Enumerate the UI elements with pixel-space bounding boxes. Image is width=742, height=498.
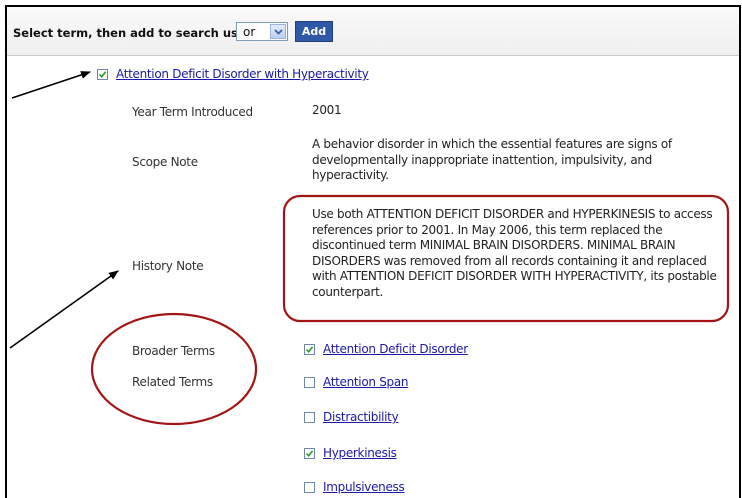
arrow-to-history-note xyxy=(9,270,119,349)
arrow-to-main-term xyxy=(11,71,91,99)
annotation-overlay xyxy=(9,71,730,426)
history-note-highlight xyxy=(282,194,730,323)
broader-related-highlight xyxy=(90,312,258,426)
